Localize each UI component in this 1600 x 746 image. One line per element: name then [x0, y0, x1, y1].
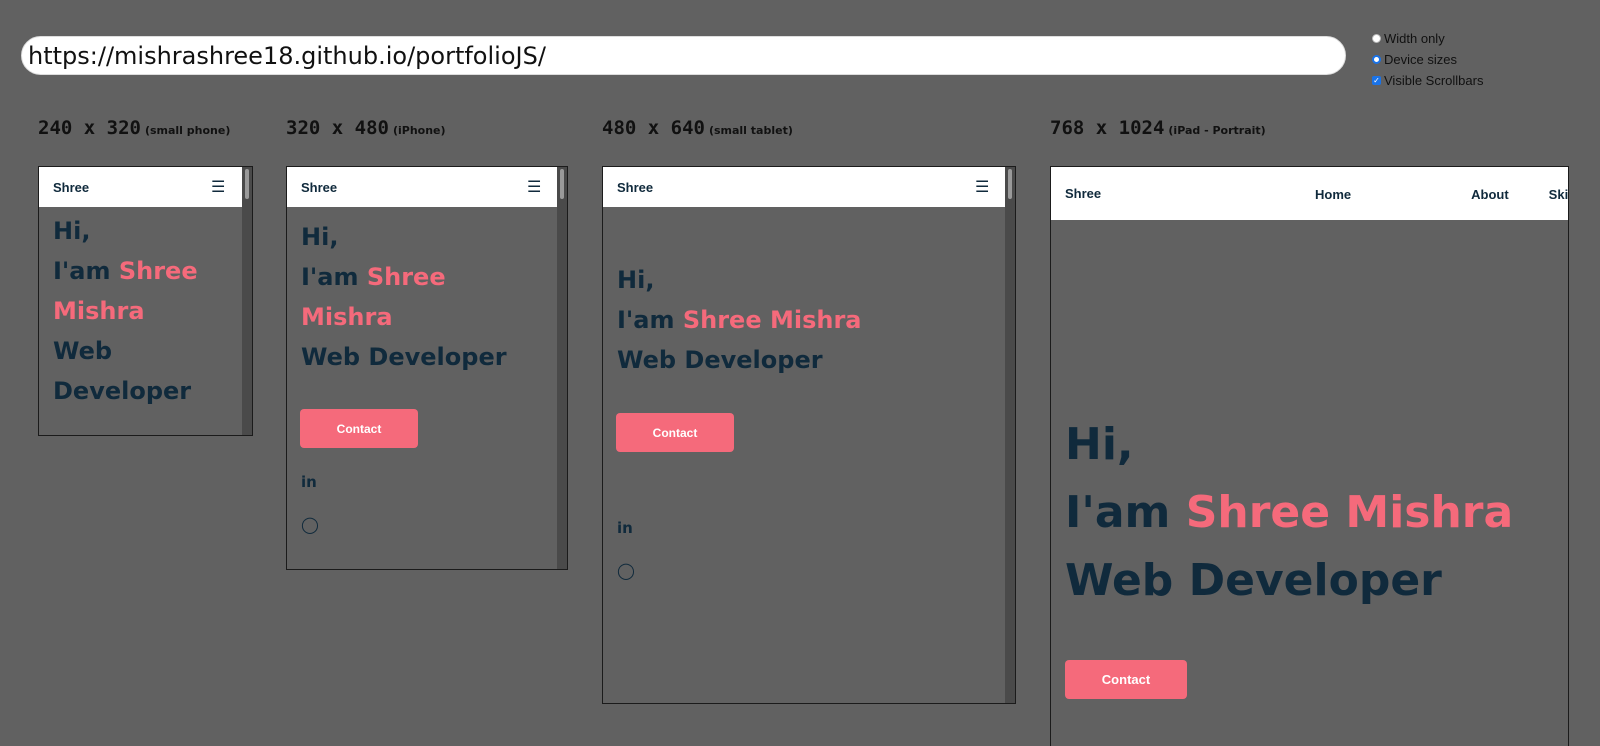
- site-brand[interactable]: Shree: [53, 180, 89, 195]
- github-icon[interactable]: ◯: [301, 515, 319, 534]
- view-options: Width only Device sizes ✓ Visible Scrollb…: [1372, 28, 1483, 91]
- linkedin-icon[interactable]: in: [617, 519, 633, 537]
- hamburger-icon[interactable]: ☰: [211, 177, 225, 197]
- device-label-small-tablet: 480 x 640 (small tablet): [602, 117, 793, 139]
- site-brand[interactable]: Shree: [301, 180, 337, 195]
- frame-ipad-portrait: Shree Home About Skills Wo Hi, I'am Shre…: [1050, 166, 1569, 746]
- site-brand[interactable]: Shree: [1065, 186, 1101, 201]
- option-width-only[interactable]: Width only: [1372, 28, 1483, 49]
- site-navbar: Shree ☰: [39, 167, 242, 207]
- contact-button[interactable]: Contact: [300, 409, 418, 448]
- scrollbar-thumb[interactable]: [245, 169, 249, 199]
- github-icon[interactable]: ◯: [617, 561, 635, 580]
- frame-small-phone: Shree ☰ Hi, I'am Shree Mishra Web Develo…: [38, 166, 253, 436]
- scrollbar-thumb[interactable]: [1008, 169, 1012, 199]
- contact-button[interactable]: Contact: [1065, 660, 1187, 699]
- hero-heading: Hi, I'am Shree Mishra Web Developer: [53, 217, 198, 405]
- scrollbar[interactable]: [557, 167, 567, 569]
- scrollbar-thumb[interactable]: [560, 169, 564, 199]
- hero-heading: Hi, I'am Shree Mishra Web Developer: [301, 223, 507, 371]
- frame-small-tablet: Shree ☰ Hi, I'am Shree Mishra Web Develo…: [602, 166, 1016, 704]
- device-label-ipad: 768 x 1024 (iPad - Portrait): [1050, 117, 1266, 139]
- hero-heading: Hi, I'am Shree Mishra Web Developer: [617, 266, 862, 374]
- hamburger-icon[interactable]: ☰: [527, 177, 541, 197]
- nav-link-about[interactable]: About: [1471, 187, 1509, 202]
- option-visible-scrollbars[interactable]: ✓ Visible Scrollbars: [1372, 70, 1483, 91]
- option-device-sizes[interactable]: Device sizes: [1372, 49, 1483, 70]
- site-brand[interactable]: Shree: [617, 180, 653, 195]
- radio-icon[interactable]: [1372, 55, 1381, 64]
- hamburger-icon[interactable]: ☰: [975, 177, 989, 197]
- site-navbar: Shree Home About Skills Wo: [1051, 167, 1568, 220]
- scrollbar[interactable]: [242, 167, 252, 435]
- nav-link-skills[interactable]: Skills: [1549, 187, 1568, 202]
- device-label-iphone: 320 x 480 (iPhone): [286, 117, 446, 139]
- hero-heading: Hi, I'am Shree Mishra Web Developer: [1065, 419, 1514, 606]
- site-navbar: Shree ☰: [287, 167, 557, 207]
- linkedin-icon[interactable]: in: [301, 473, 317, 491]
- checkbox-icon[interactable]: ✓: [1372, 76, 1381, 85]
- nav-link-home[interactable]: Home: [1315, 187, 1431, 202]
- contact-button[interactable]: Contact: [616, 413, 734, 452]
- scrollbar[interactable]: [1005, 167, 1015, 703]
- frame-iphone: Shree ☰ Hi, I'am Shree Mishra Web Develo…: [286, 166, 568, 570]
- device-label-small-phone: 240 x 320 (small phone): [38, 117, 231, 139]
- radio-icon[interactable]: [1372, 34, 1381, 43]
- site-nav-links: Home About Skills Wo: [1315, 187, 1568, 202]
- site-navbar: Shree ☰: [603, 167, 1005, 207]
- url-input[interactable]: [21, 36, 1346, 75]
